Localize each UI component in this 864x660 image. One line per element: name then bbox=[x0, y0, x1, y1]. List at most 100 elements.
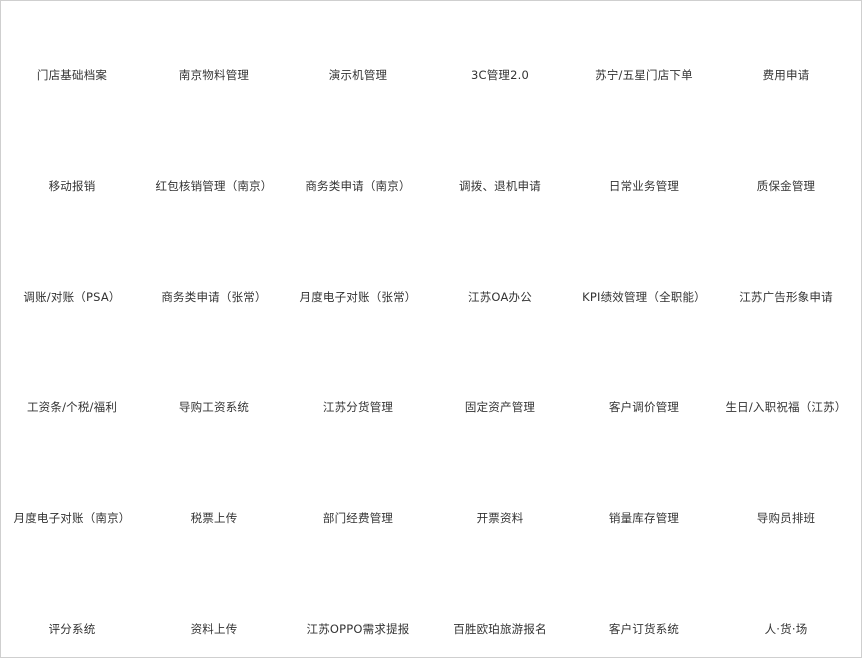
app-tile[interactable]: 江苏分货管理 bbox=[287, 333, 429, 433]
yuan-stack-icon bbox=[340, 462, 376, 498]
presenter-icon bbox=[626, 573, 662, 609]
app-tile[interactable]: 生日/入职祝福（江苏） bbox=[715, 333, 857, 433]
clipboard-check-icon bbox=[340, 573, 376, 609]
smiley-icon bbox=[768, 351, 804, 387]
app-tile-label: 导购工资系统 bbox=[178, 400, 250, 414]
app-tile-label: 质保金管理 bbox=[756, 179, 816, 193]
location-pin-icon bbox=[482, 573, 518, 609]
phone-icon bbox=[340, 19, 376, 55]
app-tile[interactable]: 客户调价管理 bbox=[573, 333, 715, 433]
app-tile-label: 3C管理2.0 bbox=[470, 68, 530, 82]
app-tile[interactable]: 演示机管理 bbox=[287, 1, 429, 101]
app-tile-label: 月度电子对账（张常） bbox=[299, 290, 417, 304]
app-grid: 门店基础档案 南京物料管理 演示机管理 3C管理2.0 苏宁/五星门店下单 费用申请移动报… bbox=[1, 1, 863, 659]
app-tile-label: 百胜欧珀旅游报名 bbox=[453, 622, 547, 636]
yuan-box-icon bbox=[54, 130, 90, 166]
app-tile-label: 商务类申请（南京） bbox=[305, 179, 411, 193]
app-tile[interactable]: 江苏广告形象申请 bbox=[715, 223, 857, 323]
binders-icon bbox=[196, 19, 232, 55]
line-chart-icon bbox=[626, 241, 662, 277]
app-tile-label: 资料上传 bbox=[190, 622, 238, 636]
flag-icon bbox=[54, 351, 90, 387]
checklist-icon bbox=[340, 130, 376, 166]
app-tile-label: 南京物料管理 bbox=[178, 68, 250, 82]
app-tile[interactable]: 红包核销管理（南京） bbox=[143, 112, 285, 212]
app-tile-label: 客户订货系统 bbox=[608, 622, 680, 636]
app-tile[interactable]: 苏宁/五星门店下单 bbox=[573, 1, 715, 101]
document-wrench-icon bbox=[482, 130, 518, 166]
printer-icon bbox=[54, 241, 90, 277]
presentation-icon bbox=[482, 19, 518, 55]
app-tile[interactable]: 门店基础档案 bbox=[1, 1, 143, 101]
app-tile[interactable]: 百胜欧珀旅游报名 bbox=[429, 555, 571, 655]
app-tile-label: 苏宁/五星门店下单 bbox=[595, 68, 693, 82]
app-tile[interactable]: 开票资料 bbox=[429, 444, 571, 544]
app-tile[interactable]: 移动报销 bbox=[1, 112, 143, 212]
monitor-icon bbox=[482, 241, 518, 277]
app-tile-label: 客户调价管理 bbox=[608, 400, 680, 414]
calendar-check-icon bbox=[340, 351, 376, 387]
app-tile-label: 江苏分货管理 bbox=[322, 400, 394, 414]
folder-tray-icon bbox=[196, 462, 232, 498]
checklist-icon bbox=[196, 241, 232, 277]
app-tile-label: 税票上传 bbox=[190, 511, 238, 525]
magic-wand-icon bbox=[768, 573, 804, 609]
app-tile[interactable]: 部门经费管理 bbox=[287, 444, 429, 544]
org-tree-icon bbox=[54, 19, 90, 55]
garage-icon bbox=[482, 351, 518, 387]
app-tile-label: 生日/入职祝福（江苏） bbox=[725, 400, 847, 414]
app-tile-label: 月度电子对账（南京） bbox=[13, 511, 131, 525]
app-tile[interactable]: 江苏OPPO需求提报 bbox=[287, 555, 429, 655]
app-tile[interactable]: 资料上传 bbox=[143, 555, 285, 655]
app-tile-label: 人·货·场 bbox=[764, 622, 808, 636]
app-tile-label: 江苏OA办公 bbox=[468, 290, 532, 304]
app-tile[interactable]: 月度电子对账（南京） bbox=[1, 444, 143, 544]
pulse-chart-icon bbox=[626, 462, 662, 498]
app-tile[interactable]: 税票上传 bbox=[143, 444, 285, 544]
app-tile[interactable]: 评分系统 bbox=[1, 555, 143, 655]
app-tile[interactable]: 工资条/个税/福利 bbox=[1, 333, 143, 433]
app-tile-label: 调拨、退机申请 bbox=[459, 179, 541, 193]
app-tile-label: 评分系统 bbox=[48, 622, 96, 636]
app-tile[interactable]: 固定资产管理 bbox=[429, 333, 571, 433]
app-tile[interactable]: 质保金管理 bbox=[715, 112, 857, 212]
app-tile-label: 费用申请 bbox=[762, 68, 810, 82]
document-check-icon bbox=[768, 19, 804, 55]
hand-card-icon bbox=[196, 573, 232, 609]
app-tile[interactable]: 江苏OA办公 bbox=[429, 223, 571, 323]
safe-icon bbox=[768, 130, 804, 166]
app-tile[interactable]: 调拨、退机申请 bbox=[429, 112, 571, 212]
app-tile[interactable]: 月度电子对账（张常） bbox=[287, 223, 429, 323]
app-tile[interactable]: 销量库存管理 bbox=[573, 444, 715, 544]
monitor-gear-icon bbox=[54, 573, 90, 609]
app-tile[interactable]: 南京物料管理 bbox=[143, 1, 285, 101]
app-tile-label: 移动报销 bbox=[48, 179, 96, 193]
app-tile[interactable]: 商务类申请（南京） bbox=[287, 112, 429, 212]
app-tile-label: 江苏OPPO需求提报 bbox=[306, 622, 410, 636]
app-tile[interactable]: 日常业务管理 bbox=[573, 112, 715, 212]
app-tile-label: 开票资料 bbox=[476, 511, 524, 525]
app-tile[interactable]: 导购工资系统 bbox=[143, 333, 285, 433]
house-yuan-icon bbox=[196, 351, 232, 387]
app-tile[interactable]: KPI绩效管理（全职能） bbox=[573, 223, 715, 323]
app-tile[interactable]: 费用申请 bbox=[715, 1, 857, 101]
app-tile-label: 江苏广告形象申请 bbox=[739, 290, 833, 304]
app-tile-label: 商务类申请（张常） bbox=[161, 290, 267, 304]
app-tile-label: 门店基础档案 bbox=[36, 68, 108, 82]
app-window: 门店基础档案 南京物料管理 演示机管理 3C管理2.0 苏宁/五星门店下单 费用申请移动报… bbox=[0, 0, 862, 658]
list-doc-icon bbox=[196, 130, 232, 166]
building-icon bbox=[768, 241, 804, 277]
app-tile-label: 销量库存管理 bbox=[608, 511, 680, 525]
dollar-doc-icon bbox=[626, 351, 662, 387]
app-tile-label: 工资条/个税/福利 bbox=[26, 400, 118, 414]
app-tile[interactable]: 客户订货系统 bbox=[573, 555, 715, 655]
clipboard-search-icon bbox=[768, 462, 804, 498]
app-tile[interactable]: 商务类申请（张常） bbox=[143, 223, 285, 323]
app-tile-label: 调账/对账（PSA） bbox=[23, 290, 121, 304]
app-tile-label: 固定资产管理 bbox=[464, 400, 536, 414]
yuan-gear-icon bbox=[54, 462, 90, 498]
app-tile[interactable]: 调账/对账（PSA） bbox=[1, 223, 143, 323]
app-tile[interactable]: 3C管理2.0 bbox=[429, 1, 571, 101]
app-tile[interactable]: 导购员排班 bbox=[715, 444, 857, 544]
app-tile[interactable]: 人·货·场 bbox=[715, 555, 857, 655]
